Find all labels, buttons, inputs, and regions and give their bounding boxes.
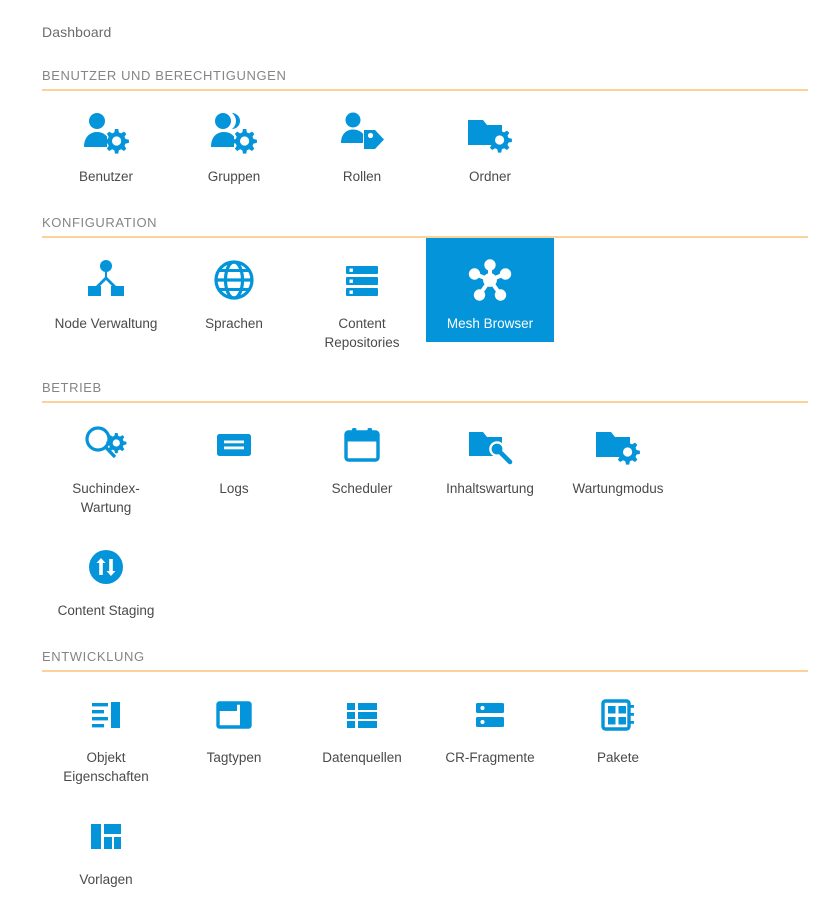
breadcrumb[interactable]: Dashboard [42,22,111,42]
tile-objekt-eigenschaften[interactable]: Objekt Eigenschaften [42,672,170,794]
calendar-icon [336,419,388,471]
tile-label: Node Verwaltung [54,316,158,331]
log-lines-icon [208,419,260,471]
section-list: BENUTZER UND BERECHTIGUNGEN Benutzer Gru… [0,68,825,898]
tile-label: CR-Fragmente [445,750,535,765]
tile-suchindex-wartung[interactable]: Suchindex- Wartung [42,403,170,525]
tile-label: Objekt Eigenschaften [63,750,149,784]
section-title: KONFIGURATION [42,215,158,230]
tile-node-verwaltung[interactable]: Node Verwaltung [42,238,170,342]
section-benutzer-und-berechtigungen: BENUTZER UND BERECHTIGUNGEN Benutzer Gru… [0,68,825,195]
user-tag-icon [336,107,388,159]
tile-benutzer[interactable]: Benutzer [42,91,170,195]
tile-label: Content Repositories [324,316,400,350]
tile-label: Content Staging [57,603,155,618]
folder-gear-icon [464,107,516,159]
tile-sprachen[interactable]: Sprachen [170,238,298,342]
mesh-network-icon [464,254,516,306]
tile-scheduler[interactable]: Scheduler [298,403,426,507]
tile-mesh-browser[interactable]: Mesh Browser [426,238,554,342]
users-gear-icon [208,107,260,159]
globe-icon [208,254,260,306]
server-list-icon [336,254,388,306]
tile-label: Ordner [468,169,512,184]
breadcrumb-item-dashboard: Dashboard [42,24,112,40]
tile-inhaltswartung[interactable]: Inhaltswartung [426,403,554,507]
sync-arrows-circle-icon [80,541,132,593]
tile-wartungmodus[interactable]: Wartungmodus [554,403,682,507]
folder-wrench-icon [464,419,516,471]
tile-grid: Node Verwaltung Sprachen Content Reposit… [42,238,783,360]
tile-ordner[interactable]: Ordner [426,91,554,195]
tile-tagtypen[interactable]: Tagtypen [170,672,298,776]
cr-fragment-icon [464,688,516,740]
section-title: BETRIEB [42,380,102,395]
tile-label: Gruppen [207,169,261,184]
node-hierarchy-icon [80,254,132,306]
tile-label: Inhaltswartung [446,481,534,496]
folder-gear-icon [592,419,644,471]
tile-vorlagen[interactable]: Vorlagen [42,794,170,898]
tile-label: Sprachen [205,316,263,331]
tile-content-staging[interactable]: Content Staging [42,525,170,629]
tile-label: Pakete [596,750,640,765]
section-entwicklung: ENTWICKLUNG Objekt Eigenschaften Tagtype… [0,649,825,898]
tile-label: Logs [219,481,249,496]
tile-grid: Suchindex- Wartung Logs Scheduler Inhalt… [42,403,783,629]
section-konfiguration: KONFIGURATION Node Verwaltung Sprachen C… [0,215,825,360]
tile-datenquellen[interactable]: Datenquellen [298,672,426,776]
datasource-grid-icon [336,688,388,740]
section-betrieb: BETRIEB Suchindex- Wartung Logs Schedule… [0,380,825,629]
tile-label: Wartungmodus [572,481,664,496]
tile-label: Rollen [342,169,382,184]
tile-rollen[interactable]: Rollen [298,91,426,195]
section-title: BENUTZER UND BERECHTIGUNGEN [42,68,287,83]
tile-content-repositories[interactable]: Content Repositories [298,238,426,360]
search-gear-icon [80,419,132,471]
tile-label: Benutzer [78,169,134,184]
tile-grid: Benutzer Gruppen Rollen Ordner [42,91,783,195]
tile-cr-fragmente[interactable]: CR-Fragmente [426,672,554,776]
tile-label: Datenquellen [322,750,402,765]
object-properties-icon [80,688,132,740]
tile-grid: Objekt Eigenschaften Tagtypen Datenquell… [42,672,783,898]
tile-label: Suchindex- Wartung [72,481,140,515]
tile-label: Vorlagen [79,872,133,887]
section-title: ENTWICKLUNG [42,649,145,664]
tile-pakete[interactable]: Pakete [554,672,682,776]
package-icon [592,688,644,740]
templates-icon [80,810,132,862]
user-gear-icon [80,107,132,159]
tile-logs[interactable]: Logs [170,403,298,507]
tag-layout-icon [208,688,260,740]
tile-gruppen[interactable]: Gruppen [170,91,298,195]
tile-label: Mesh Browser [446,316,534,331]
dashboard-page: Dashboard BENUTZER UND BERECHTIGUNGEN Be… [0,0,825,887]
tile-label: Tagtypen [206,750,262,765]
tile-label: Scheduler [331,481,393,496]
